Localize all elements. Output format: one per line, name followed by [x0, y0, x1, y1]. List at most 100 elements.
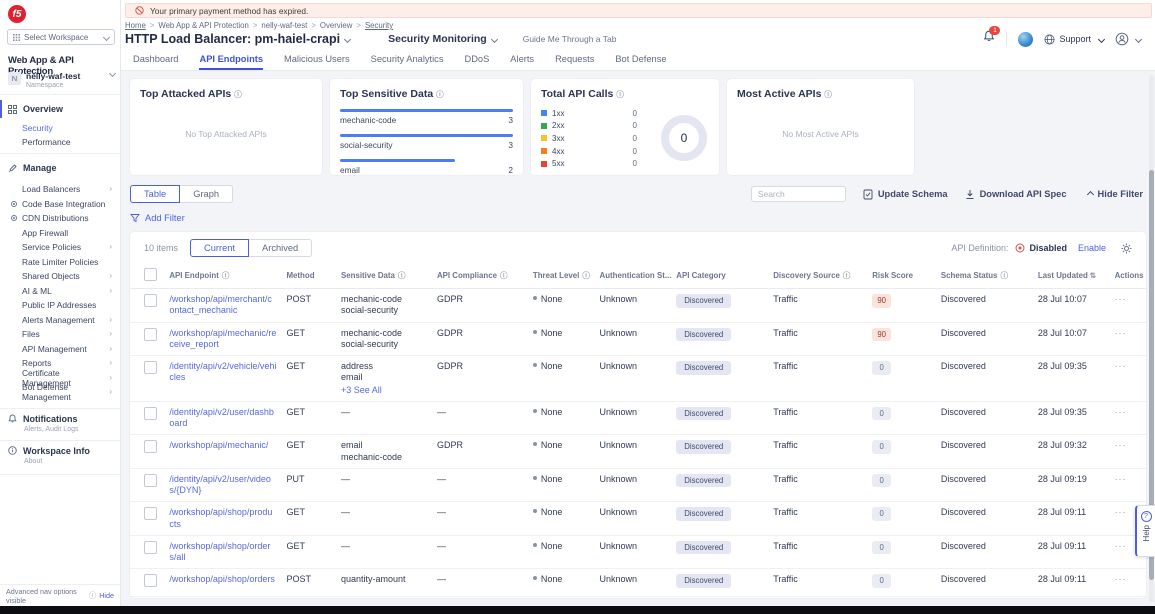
- support-menu[interactable]: Support: [1044, 34, 1104, 45]
- select-workspace-dropdown[interactable]: Select Workspace: [7, 29, 115, 45]
- row-checkbox[interactable]: [144, 474, 157, 487]
- row-actions-button[interactable]: ···: [1115, 294, 1127, 304]
- column-header-api-endpoint[interactable]: API Endpointⓘ: [164, 263, 281, 289]
- row-checkbox[interactable]: [144, 294, 157, 307]
- breadcrumb-item[interactable]: Home: [125, 21, 146, 30]
- row-actions-button[interactable]: ···: [1115, 440, 1127, 450]
- info-icon[interactable]: ⓘ: [234, 90, 242, 99]
- sidebar-item-overview[interactable]: Overview: [0, 100, 120, 118]
- sidebar-item-alerts-management[interactable]: Alerts Management›: [0, 313, 120, 328]
- api-endpoint-link[interactable]: /workshop/api/shop/orders/all: [169, 541, 276, 564]
- chevron-down-icon[interactable]: [491, 35, 498, 42]
- graph-view-button[interactable]: Graph: [180, 185, 233, 203]
- column-header-last-updated[interactable]: Last Updated⇅: [1033, 263, 1110, 289]
- breadcrumb-item[interactable]: nelly-waf-test: [261, 21, 307, 30]
- row-checkbox[interactable]: [144, 328, 157, 341]
- sidebar-item-ai-ml[interactable]: AI & ML›: [0, 284, 120, 299]
- column-header-actions[interactable]: Actions: [1110, 263, 1146, 289]
- api-endpoint-link[interactable]: /workshop/api/mechanic/: [169, 440, 276, 451]
- info-icon[interactable]: ⓘ: [843, 271, 851, 280]
- api-endpoint-link[interactable]: /identity/api/v2/user/videos/{DYN}: [169, 474, 276, 497]
- tab-ddos[interactable]: DDoS: [464, 54, 489, 70]
- info-icon[interactable]: ⓘ: [616, 90, 624, 99]
- sidebar-item-shared-objects[interactable]: Shared Objects›: [0, 269, 120, 284]
- breadcrumb-item[interactable]: Overview: [320, 21, 353, 30]
- namespace-selector[interactable]: N nelly-waf-test Namespace: [8, 71, 115, 89]
- api-endpoint-link[interactable]: /workshop/api/shop/orders: [169, 574, 276, 585]
- help-tab[interactable]: ? Help: [1135, 505, 1155, 557]
- info-icon[interactable]: ⓘ: [500, 271, 508, 280]
- api-endpoint-link[interactable]: /workshop/api/mechanic/receive_report: [169, 328, 276, 351]
- tab-api-endpoints[interactable]: API Endpoints: [199, 54, 263, 70]
- api-endpoint-link[interactable]: /identity/api/v2/user/dashboard: [169, 407, 276, 430]
- archived-filter-button[interactable]: Archived: [249, 239, 312, 257]
- info-icon[interactable]: ⓘ: [1000, 271, 1008, 280]
- row-checkbox[interactable]: [144, 361, 157, 374]
- column-header-schema-status[interactable]: Schema Statusⓘ: [936, 263, 1033, 289]
- row-checkbox[interactable]: [144, 574, 157, 587]
- f5-logo[interactable]: f5: [8, 5, 26, 23]
- column-header-discovery-source[interactable]: Discovery Sourceⓘ: [768, 263, 867, 289]
- table-view-button[interactable]: Table: [130, 185, 180, 203]
- sidebar-item-api-management[interactable]: API Management›: [0, 342, 120, 357]
- info-icon[interactable]: ⓘ: [398, 271, 406, 280]
- sidebar-item-app-firewall[interactable]: App Firewall: [0, 226, 120, 241]
- tab-malicious-users[interactable]: Malicious Users: [284, 54, 350, 70]
- chevron-down-icon[interactable]: [344, 35, 351, 42]
- user-menu[interactable]: [1115, 32, 1141, 46]
- update-schema-button[interactable]: Update Schema: [863, 189, 948, 200]
- add-filter-button[interactable]: Add Filter: [130, 213, 1146, 223]
- sidebar-item-security[interactable]: Security: [22, 123, 53, 133]
- row-checkbox[interactable]: [144, 407, 157, 420]
- notifications-bell-button[interactable]: 1: [983, 30, 995, 48]
- info-icon[interactable]: ⓘ: [436, 90, 444, 99]
- breadcrumb-item[interactable]: Web App & API Protection: [158, 21, 248, 30]
- sidebar-item-performance[interactable]: Performance: [22, 137, 71, 147]
- column-header-threat-level[interactable]: Threat Levelⓘ: [528, 263, 595, 289]
- hide-filter-button[interactable]: Hide Filter: [1084, 189, 1143, 199]
- sidebar-item-files[interactable]: Files›: [0, 327, 120, 342]
- sidebar-item-load-balancers[interactable]: Load Balancers›: [0, 182, 120, 197]
- current-filter-button[interactable]: Current: [190, 239, 249, 257]
- row-actions-button[interactable]: ···: [1115, 361, 1127, 371]
- api-endpoint-link[interactable]: /workshop/api/shop/products: [169, 507, 276, 530]
- column-header-api-category[interactable]: API Category: [671, 263, 768, 289]
- tab-requests[interactable]: Requests: [555, 54, 594, 70]
- search-input[interactable]: [751, 186, 846, 202]
- sort-icon[interactable]: ⇅: [1090, 271, 1096, 280]
- sidebar-item-workspace-info[interactable]: Workspace Info About: [8, 446, 116, 465]
- sidebar-item-cdn-distributions[interactable]: CDN Distributions: [0, 211, 120, 226]
- info-icon[interactable]: ⓘ: [582, 271, 590, 280]
- sidebar-item-notifications[interactable]: Notifications Alerts, Audit Logs: [8, 414, 116, 433]
- download-api-spec-button[interactable]: Download API Spec: [965, 189, 1067, 200]
- row-checkbox[interactable]: [144, 440, 157, 453]
- tab-alerts[interactable]: Alerts: [510, 54, 534, 70]
- row-checkbox[interactable]: [144, 507, 157, 520]
- row-actions-button[interactable]: ···: [1115, 407, 1127, 417]
- sidebar-item-public-ip-addresses[interactable]: Public IP Addresses: [0, 298, 120, 313]
- info-icon[interactable]: ⓘ: [222, 271, 230, 280]
- distributed-cloud-icon[interactable]: [1018, 32, 1033, 47]
- row-actions-button[interactable]: ···: [1115, 541, 1127, 551]
- column-header-risk-score[interactable]: Risk Score: [867, 263, 936, 289]
- column-header-api-compliance[interactable]: API Complianceⓘ: [432, 263, 528, 289]
- api-endpoint-link[interactable]: /workshop/api/merchant/contact_mechanic: [169, 294, 276, 317]
- info-icon[interactable]: ⓘ: [824, 90, 832, 99]
- gear-icon[interactable]: [1121, 243, 1132, 254]
- breadcrumb-item[interactable]: Security: [365, 21, 393, 30]
- tab-security-analytics[interactable]: Security Analytics: [371, 54, 444, 70]
- row-checkbox[interactable]: [144, 541, 157, 554]
- see-all-link[interactable]: +3 See All: [341, 385, 427, 396]
- column-header-method[interactable]: Method: [281, 263, 336, 289]
- sidebar-item-bot-defense-management[interactable]: Bot Defense Management›: [0, 385, 120, 400]
- sidebar-item-service-policies[interactable]: Service Policies›: [0, 240, 120, 255]
- column-header-authentication-st-[interactable]: Authentication St...: [595, 263, 672, 289]
- tab-bot-defense[interactable]: Bot Defense: [615, 54, 666, 70]
- row-actions-button[interactable]: ···: [1115, 574, 1127, 584]
- tab-dashboard[interactable]: Dashboard: [133, 54, 178, 70]
- row-actions-button[interactable]: ···: [1115, 507, 1127, 517]
- row-actions-button[interactable]: ···: [1115, 474, 1127, 484]
- column-header-sensitive-data[interactable]: Sensitive Dataⓘ: [336, 263, 432, 289]
- hide-nav-link[interactable]: Hide: [99, 591, 114, 600]
- monitor-dropdown[interactable]: Security Monitoring: [388, 33, 487, 45]
